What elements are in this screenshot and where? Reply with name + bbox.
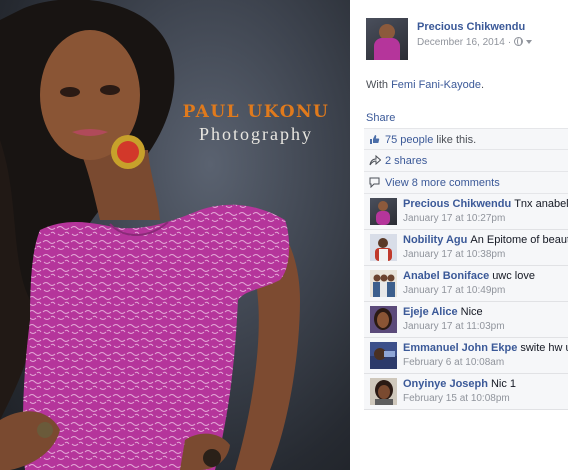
commenter-avatar[interactable]: [370, 234, 397, 261]
comment-line: Nobility Agu An Epitome of beauty: [403, 234, 568, 246]
author-avatar[interactable]: [366, 18, 408, 60]
more-comments-row[interactable]: View 8 more comments: [364, 172, 568, 194]
comment-item: Nobility Agu An Epitome of beauty January…: [364, 230, 568, 266]
comment-text: Nic 1: [490, 378, 517, 390]
commenter-avatar[interactable]: [370, 198, 397, 225]
author-name-link[interactable]: Precious Chikwendu: [417, 21, 525, 33]
post-photo[interactable]: PAUL UKONU Photography: [0, 0, 350, 470]
comment-text: swite hw u: [520, 342, 568, 354]
comment-timestamp-link[interactable]: January 17 at 11:03pm: [403, 321, 505, 332]
likes-people-link[interactable]: 75 people: [385, 134, 433, 146]
comment-item: Onyinye Joseph Nic 1 February 15 at 10:08…: [364, 374, 568, 410]
comment-item: Ejeje Alice Nice January 17 at 11:03pm: [364, 302, 568, 338]
comment-timestamp-link[interactable]: January 17 at 10:38pm: [403, 249, 505, 260]
commenter-name-link[interactable]: Anabel Boniface: [403, 270, 489, 282]
comment-timestamp-link[interactable]: February 15 at 10:08pm: [403, 393, 510, 404]
tagged-with-line: With Femi Fani-Kayode.: [366, 79, 484, 91]
comment-text: Nice: [460, 306, 483, 318]
commenter-avatar[interactable]: [370, 306, 397, 333]
commenter-name-link[interactable]: Ejeje Alice: [403, 306, 458, 318]
tagged-person-link[interactable]: Femi Fani-Kayode: [391, 79, 481, 91]
view-more-comments-link[interactable]: View 8 more comments: [385, 177, 500, 189]
commenter-name-link[interactable]: Precious Chikwendu: [403, 198, 511, 210]
comment-timestamp-link[interactable]: January 17 at 10:49pm: [403, 285, 505, 296]
comment-text: uwc love: [492, 270, 535, 282]
watermark-subtitle: Photography: [199, 124, 313, 144]
globe-icon[interactable]: [514, 37, 524, 46]
comment-item: Anabel Boniface uwc love January 17 at 10…: [364, 266, 568, 302]
likes-text: 75 people like this.: [385, 134, 476, 146]
commenter-name-link[interactable]: Onyinye Joseph: [403, 378, 488, 390]
meta-separator: ·: [507, 37, 512, 48]
share-link[interactable]: Share: [366, 112, 395, 124]
comment-line: Anabel Boniface uwc love: [403, 270, 535, 282]
chevron-down-icon[interactable]: [526, 40, 533, 44]
comment-line: Precious Chikwendu Tnx anabel: [403, 198, 568, 210]
post-meta: December 16, 2014 ·: [417, 37, 533, 48]
likes-suffix: like this.: [436, 134, 477, 146]
comment-line: Emmanuel John Ekpe swite hw u: [403, 342, 568, 354]
comment-item: Emmanuel John Ekpe swite hw u February 6 …: [364, 338, 568, 374]
comment-timestamp-link[interactable]: February 6 at 10:08am: [403, 357, 504, 368]
post-date-link[interactable]: December 16, 2014: [417, 37, 505, 48]
comment-line: Ejeje Alice Nice: [403, 306, 483, 318]
comment-item: Precious Chikwendu Tnx anabel January 17 …: [364, 194, 568, 230]
share-arrow-icon: [369, 154, 382, 166]
thumbs-up-icon: [369, 134, 380, 145]
comment-text: An Epitome of beauty: [470, 234, 568, 246]
comment-text: Tnx anabel: [514, 198, 568, 210]
shares-row[interactable]: 2 shares: [364, 150, 568, 172]
shares-count-link[interactable]: 2 shares: [385, 155, 427, 167]
commenter-name-link[interactable]: Nobility Agu: [403, 234, 467, 246]
commenter-avatar[interactable]: [370, 342, 397, 369]
comment-bubble-icon: [369, 177, 380, 189]
post-header: Precious Chikwendu December 16, 2014 ·: [366, 18, 566, 62]
portrait-illustration: [0, 0, 300, 470]
commenter-name-link[interactable]: Emmanuel John Ekpe: [403, 342, 517, 354]
watermark-name: PAUL UKONU: [182, 102, 330, 122]
comment-line: Onyinye Joseph Nic 1: [403, 378, 516, 390]
comment-timestamp-link[interactable]: January 17 at 10:27pm: [403, 213, 505, 224]
with-prefix: With: [366, 79, 388, 91]
likes-row: 75 people like this.: [364, 128, 568, 150]
commenter-avatar[interactable]: [370, 378, 397, 405]
commenter-avatar[interactable]: [370, 270, 397, 297]
photo-watermark: PAUL UKONU Photography: [176, 102, 336, 145]
tagged-suffix: .: [480, 79, 484, 91]
